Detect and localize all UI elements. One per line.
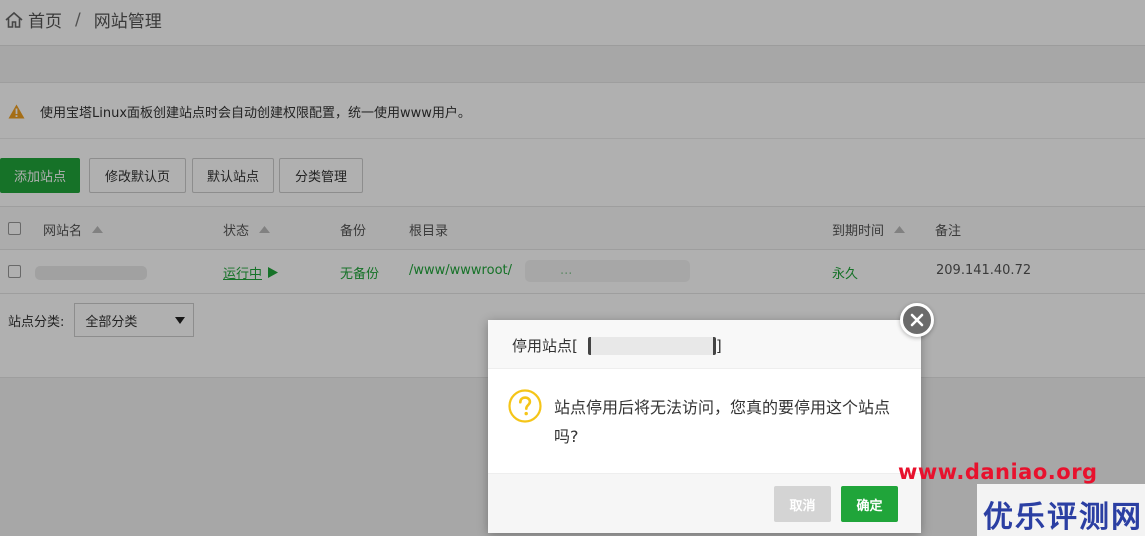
dialog-title-text: 停用站点	[512, 337, 573, 355]
close-icon	[910, 313, 924, 327]
watermark-name: 优乐评测网	[983, 500, 1143, 535]
question-icon	[508, 389, 542, 423]
watermark-box: 优乐评测网	[977, 484, 1145, 536]
dialog-footer: 取消 确定	[488, 473, 921, 533]
dialog-header: 停用站点 []	[488, 320, 921, 369]
confirm-button[interactable]: 确定	[841, 486, 898, 522]
redacted-site-name	[587, 336, 716, 355]
dialog-message: 站点停用后将无法访问，您真的要停用这个站点吗?	[554, 398, 891, 446]
cancel-button[interactable]: 取消	[774, 486, 831, 522]
watermark-url: www.daniao.org	[898, 460, 1098, 484]
close-button[interactable]	[900, 303, 934, 337]
dialog-title: 停用站点 []	[512, 336, 722, 355]
stop-site-dialog: 停用站点 [] 站点停用后将无法访问，您真的要停用这个站点吗? 取消 确定	[488, 303, 934, 533]
dialog-body: 站点停用后将无法访问，您真的要停用这个站点吗?	[488, 369, 921, 473]
